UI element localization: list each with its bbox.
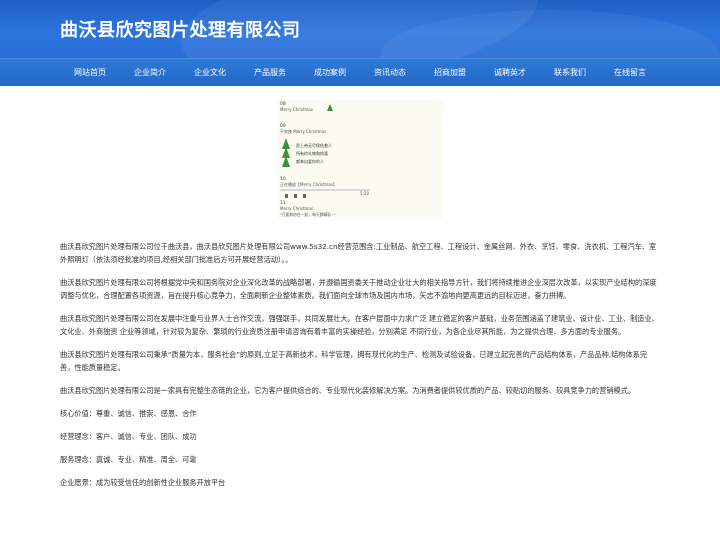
- site-title[interactable]: 曲沃县欣究图片处理有限公司: [60, 16, 301, 42]
- core-values: 核心价值：尊重、诚信、推崇、感恩、合作: [60, 409, 197, 418]
- playback-time: 5:20: [360, 191, 369, 196]
- playback-progress-bar[interactable]: [280, 189, 370, 191]
- christmas-poster-image: 08 Merry Christmas 09 平安夜 Merry Christma…: [277, 100, 443, 218]
- poster-item-text: Merry Christmas: [280, 107, 313, 112]
- poster-greeting-line: 所有的礼物和惊喜: [296, 150, 328, 156]
- nav-home[interactable]: 网站首页: [60, 59, 120, 86]
- poster-item-text: Merry Christmas: [280, 206, 313, 211]
- ecosystem-paragraph: 曲沃县欣究图片处理有限公司是一家具有完整生态链的企业，它为客户提供综合的、专业现…: [60, 386, 636, 395]
- nav-news[interactable]: 资讯动态: [360, 59, 420, 86]
- nav-cases[interactable]: 成功案例: [300, 59, 360, 86]
- poster-greeting-line: 愿上帝无尽保佑着人: [296, 142, 332, 148]
- nav-about[interactable]: 企业简介: [120, 59, 180, 86]
- poster-caption: "只要和你在一起，每天都精彩~": [280, 212, 336, 217]
- main-content: 08 Merry Christmas 09 平安夜 Merry Christma…: [60, 100, 660, 489]
- site-header: 曲沃县欣究图片处理有限公司: [0, 0, 720, 58]
- cooperation-paragraph: 曲沃县欣究图片处理有限公司在发展中注重与业界人士合作交流，强强联手，共同发展壮大…: [60, 314, 659, 336]
- nav-franchise[interactable]: 招商加盟: [420, 59, 480, 86]
- company-vision: 企业愿景：成为较受信任的创新性企业服务开放平台: [60, 478, 226, 487]
- poster-item-text: 正在播放【Merry Christmas】: [280, 181, 337, 187]
- service-philosophy: 服务理念：真诚、专业、精准、周全、可靠: [60, 455, 197, 464]
- next-icon[interactable]: [303, 194, 306, 198]
- play-icon[interactable]: [294, 194, 297, 198]
- business-philosophy: 经营理念：客户、诚信、专业、团队、成功: [60, 432, 197, 441]
- nav-culture[interactable]: 企业文化: [180, 59, 240, 86]
- poster-greeting-line: 都来自爱你的人: [296, 158, 324, 164]
- nav-contact[interactable]: 联系我们: [540, 59, 600, 86]
- main-nav: 网站首页 企业简介 企业文化 产品服务 成功案例 资讯动态 招商加盟 诚聘英才 …: [0, 58, 720, 86]
- intro-paragraph: 曲沃县欣究图片处理有限公司位于曲沃县，曲沃县欣究图片处理有限公司www.5s32…: [60, 242, 657, 264]
- nav-jobs[interactable]: 诚聘英才: [480, 59, 540, 86]
- poster-item-text: 平安夜 Merry Christmas: [280, 128, 326, 134]
- nav-message[interactable]: 在线留言: [600, 59, 660, 86]
- quality-paragraph: 曲沃县欣究图片处理有限公司秉承“质量为本，服务社会”的原则,立足于高新技术，科学…: [60, 350, 648, 372]
- previous-icon[interactable]: [285, 194, 288, 198]
- reform-paragraph: 曲沃县欣究图片处理有限公司将根据党中央和国务院对企业深化改革的战略部署，并遵循国…: [60, 278, 657, 300]
- nav-products[interactable]: 产品服务: [240, 59, 300, 86]
